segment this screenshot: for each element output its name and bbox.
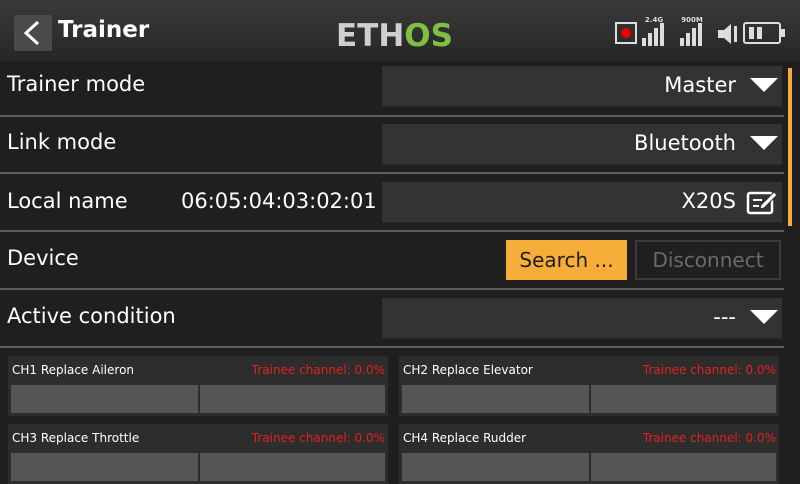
channel-weight-field[interactable] — [200, 385, 385, 413]
battery-icon — [743, 22, 785, 44]
local-name-label: Local name — [7, 189, 128, 213]
trainer-mode-value: Master — [664, 73, 736, 97]
signal-strength-icon: 2.4G — [640, 16, 668, 46]
channel-source-field[interactable] — [11, 385, 198, 413]
link-mode-select[interactable]: Bluetooth — [382, 124, 782, 165]
ethos-logo: ETHOS — [336, 18, 453, 54]
speaker-icon — [718, 24, 737, 44]
dropdown-arrow-icon — [750, 78, 778, 92]
local-name-field[interactable]: X20S — [382, 182, 782, 223]
trainee-channel-value: Trainee channel: 0.0% — [642, 431, 776, 445]
chevron-left-icon — [23, 20, 40, 46]
active-condition-select[interactable]: --- — [382, 298, 782, 339]
trainee-channel-value: Trainee channel: 0.0% — [251, 431, 385, 445]
channel-weight-field[interactable] — [591, 385, 776, 413]
bluetooth-address: 06:05:04:03:02:01 — [181, 189, 377, 213]
edit-icon — [746, 191, 778, 215]
channel-weight-field[interactable] — [200, 453, 385, 481]
channel-source-field[interactable] — [11, 453, 198, 481]
signal-strength-icon: 900M — [678, 16, 706, 46]
page-title: Trainer — [58, 17, 150, 43]
dropdown-arrow-icon — [750, 136, 778, 150]
channel-panel-ch2[interactable]: CH2 Replace Elevator Trainee channel: 0.… — [399, 356, 779, 416]
record-icon — [615, 22, 637, 44]
disconnect-button[interactable]: Disconnect — [635, 240, 781, 280]
active-condition-label: Active condition — [7, 304, 176, 328]
channel-source-field[interactable] — [402, 385, 589, 413]
trainee-channel-value: Trainee channel: 0.0% — [251, 363, 385, 377]
link-mode-label: Link mode — [7, 130, 117, 154]
status-icons: 2.4G 900M — [612, 16, 792, 50]
active-condition-value: --- — [713, 305, 736, 329]
back-button[interactable] — [14, 15, 52, 51]
trainer-mode-select[interactable]: Master — [382, 66, 782, 107]
device-label: Device — [7, 246, 79, 270]
dropdown-arrow-icon — [750, 310, 778, 324]
channel-title: CH4 Replace Rudder — [403, 431, 527, 445]
channel-title: CH2 Replace Elevator — [403, 363, 533, 377]
channel-weight-field[interactable] — [591, 453, 776, 481]
channel-title: CH1 Replace Aileron — [12, 363, 135, 377]
local-name-value: X20S — [681, 189, 736, 213]
trainee-channel-value: Trainee channel: 0.0% — [642, 363, 776, 377]
search-button[interactable]: Search ... — [506, 240, 627, 280]
channel-source-field[interactable] — [402, 453, 589, 481]
channel-title: CH3 Replace Throttle — [12, 431, 140, 445]
channel-panel-ch3[interactable]: CH3 Replace Throttle Trainee channel: 0.… — [8, 424, 388, 484]
scrollbar[interactable] — [788, 68, 792, 226]
top-bar: Trainer ETHOS 2.4G 900M — [0, 0, 800, 62]
link-mode-value: Bluetooth — [634, 131, 736, 155]
channel-panel-ch4[interactable]: CH4 Replace Rudder Trainee channel: 0.0% — [399, 424, 779, 484]
trainer-mode-label: Trainer mode — [7, 72, 146, 96]
channel-panel-ch1[interactable]: CH1 Replace Aileron Trainee channel: 0.0… — [8, 356, 388, 416]
